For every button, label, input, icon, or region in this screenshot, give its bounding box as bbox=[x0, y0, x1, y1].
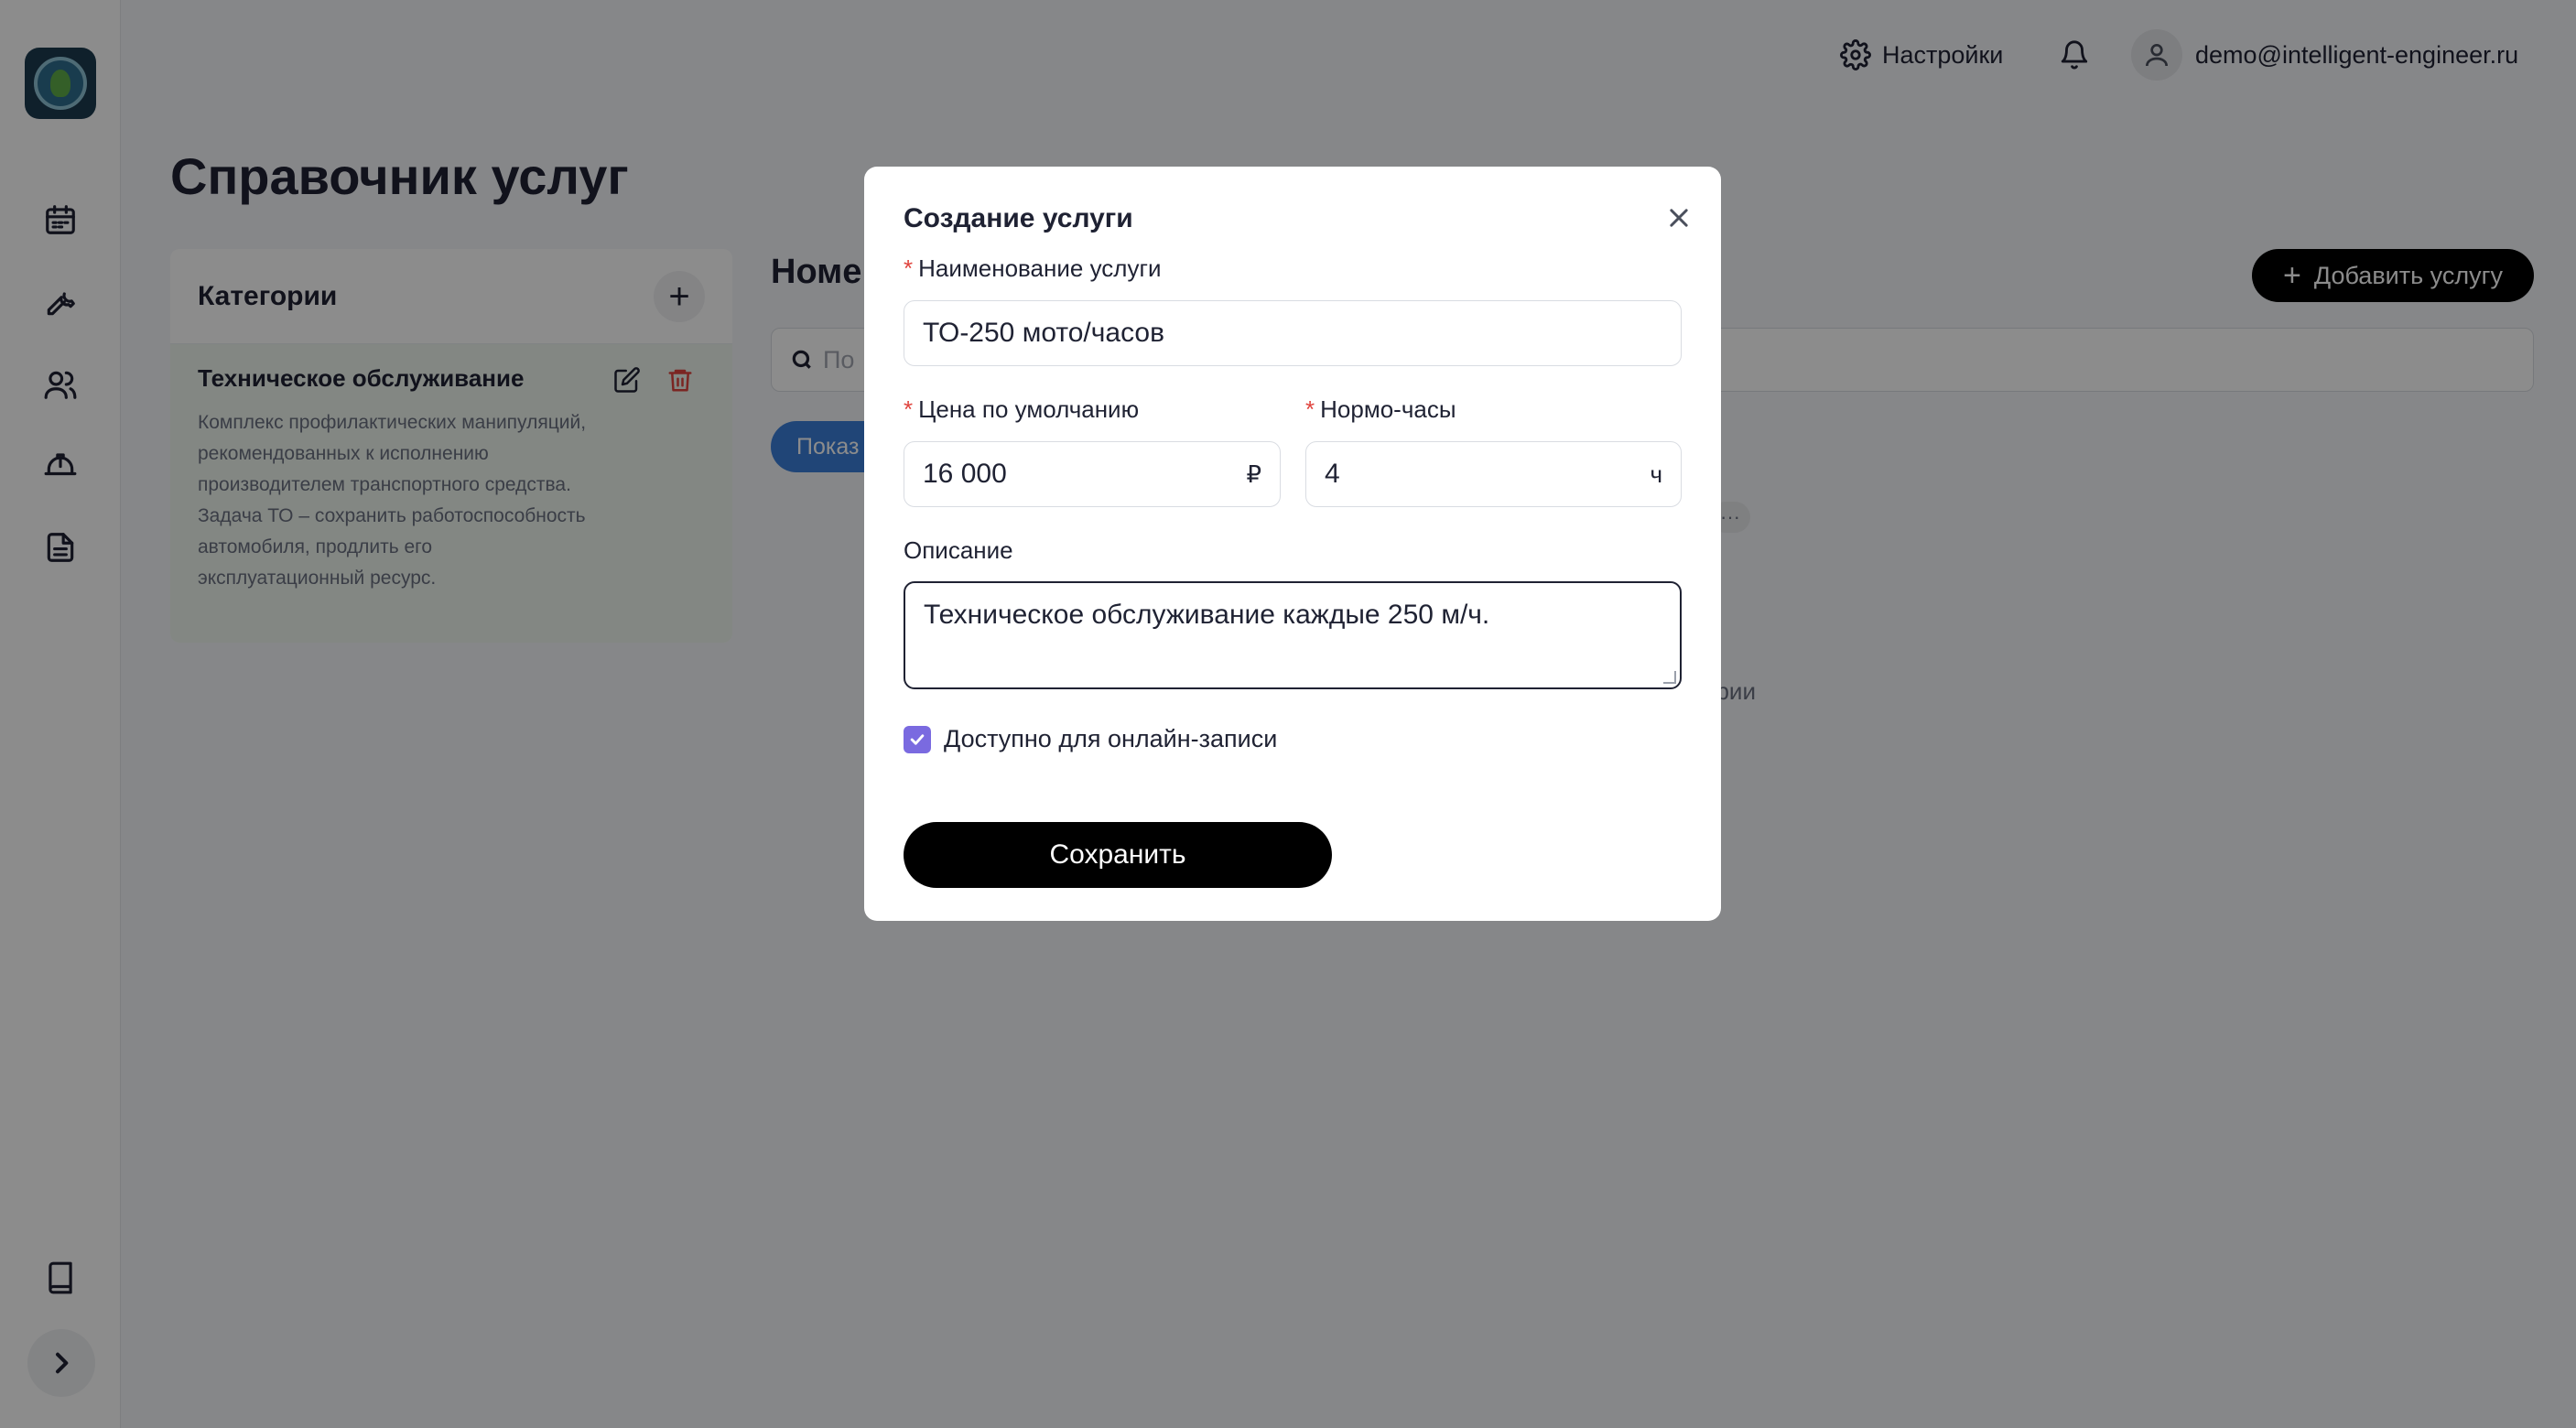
save-button-label: Сохранить bbox=[1049, 839, 1186, 870]
online-booking-label: Доступно для онлайн-записи bbox=[944, 725, 1278, 752]
required-mark: * bbox=[904, 395, 914, 423]
description-value: Техническое обслуживание каждые 250 м/ч. bbox=[924, 600, 1490, 630]
norm-hours-label: * Нормо-часы bbox=[1305, 395, 1456, 423]
norm-hours-value: 4 bbox=[1325, 459, 1340, 489]
ruble-icon: ₽ bbox=[1246, 460, 1261, 488]
description-textarea[interactable]: Техническое обслуживание каждые 250 м/ч. bbox=[904, 581, 1682, 689]
price-value: 16 000 bbox=[923, 459, 1007, 489]
hours-unit: ч bbox=[1650, 460, 1662, 488]
description-label: Описание bbox=[904, 536, 1013, 564]
close-button[interactable] bbox=[1659, 198, 1699, 238]
modal-title: Создание услуги bbox=[904, 203, 1133, 233]
required-mark: * bbox=[1305, 395, 1315, 423]
resize-handle-icon[interactable] bbox=[1663, 671, 1676, 684]
price-field[interactable]: 16 000 ₽ bbox=[904, 441, 1281, 507]
online-booking-checkbox[interactable] bbox=[904, 725, 931, 753]
price-label: * Цена по умолчанию bbox=[904, 395, 1140, 423]
online-booking-checkbox-row[interactable]: Доступно для онлайн-записи bbox=[904, 725, 1277, 753]
close-icon bbox=[1670, 209, 1688, 227]
service-name-label: * Наименование услуги bbox=[904, 254, 1162, 282]
create-service-modal: Создание услуги * Наименование услуги ТО-… bbox=[864, 167, 1721, 921]
service-name-value: ТО-250 мото/часов bbox=[923, 318, 1165, 348]
save-button[interactable]: Сохранить bbox=[904, 822, 1332, 888]
norm-hours-field[interactable]: 4 ч bbox=[1305, 441, 1682, 507]
required-mark: * bbox=[904, 254, 914, 282]
service-name-field[interactable]: ТО-250 мото/часов bbox=[904, 300, 1682, 366]
checkmark-icon bbox=[910, 733, 925, 745]
